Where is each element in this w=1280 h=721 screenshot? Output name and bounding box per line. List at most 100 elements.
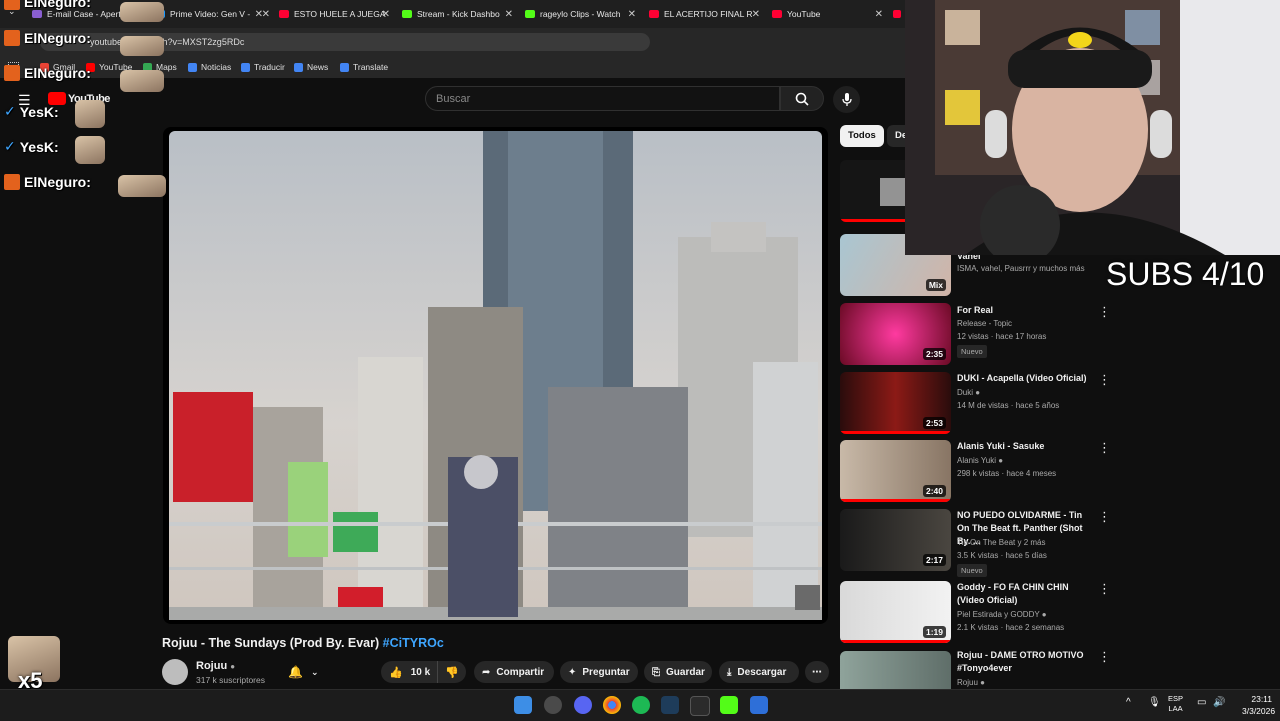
more-vertical-icon[interactable]: ⋮ <box>1098 372 1111 388</box>
more-vertical-icon[interactable]: ⋮ <box>1098 440 1111 456</box>
recommendation-stats: 2.1 K vistas · hace 2 semanas <box>957 623 1065 632</box>
recommendation-thumbnail[interactable]: 2:53 <box>840 372 951 434</box>
dislike-button[interactable]: 👎 <box>437 661 466 683</box>
steam-icon[interactable] <box>661 696 679 714</box>
epic-games-icon[interactable] <box>690 696 710 716</box>
bookmark-translate[interactable]: Translate <box>340 56 388 78</box>
discord-icon[interactable] <box>574 696 592 714</box>
news-icon <box>188 62 197 72</box>
recommendation-channel[interactable]: Alanis Yuki ● <box>957 456 1003 465</box>
chat-message: ElNeguro: <box>4 0 91 10</box>
more-vertical-icon[interactable]: ⋮ <box>1098 649 1111 665</box>
recommendation-channel[interactable]: ISMA, vahel, Pausrrr y muchos más <box>957 264 1085 273</box>
watch-progress-bar <box>840 640 951 643</box>
kick-icon[interactable] <box>720 696 738 714</box>
notepad-icon[interactable] <box>750 696 768 714</box>
tab-label: YouTube <box>787 9 821 19</box>
chip-todos[interactable]: Todos <box>840 125 884 147</box>
network-icon[interactable]: ▭ <box>1197 697 1206 708</box>
bookmark-label: Translate <box>353 62 389 72</box>
bookmark-label: Noticias <box>201 62 232 72</box>
windows-start-icon[interactable] <box>514 696 532 714</box>
kick-badge-icon <box>4 174 20 190</box>
browser-tab-active[interactable]: YouTube ✕ <box>772 0 883 28</box>
recommendation-channel[interactable]: Duki ● <box>957 388 980 397</box>
recommendation-title[interactable]: Rojuu - DAME OTRO MOTIVO #Tonyo4ever <box>957 649 1092 675</box>
chat-message: ✓ YesK: <box>4 138 59 155</box>
video-hashtag[interactable]: #CiTYROc <box>383 636 444 650</box>
recommendation-thumbnail[interactable]: 1:19 <box>840 581 951 643</box>
chevron-up-icon[interactable]: ^ <box>1126 697 1131 708</box>
system-clock[interactable]: 23:11 3/3/2026 <box>1242 693 1276 717</box>
recommendation-title[interactable]: DUKI - Acapella (Video Oficial) <box>957 372 1092 385</box>
channel-name[interactable]: Rojuu ● <box>196 660 235 672</box>
bookmark-news[interactable]: News <box>294 56 328 78</box>
new-badge: Nuevo <box>957 345 987 358</box>
more-vertical-icon[interactable]: ⋮ <box>1098 304 1111 320</box>
verified-icon: ● <box>980 678 985 687</box>
like-count: 10 k <box>410 666 431 678</box>
language-indicator[interactable]: ESP LAA <box>1168 694 1183 714</box>
recommendation-thumbnail[interactable] <box>840 651 951 689</box>
recommendation-channel[interactable]: Release - Topic <box>957 319 1012 328</box>
recommendation-thumbnail[interactable]: 2:17 <box>840 509 951 571</box>
bookmark-traducir[interactable]: Traducir <box>241 56 285 78</box>
clock-date: 3/3/2026 <box>1242 706 1276 716</box>
verified-icon: ● <box>230 662 236 671</box>
search-button[interactable] <box>780 86 824 111</box>
like-button[interactable]: 👍 10 k <box>381 661 437 683</box>
more-vertical-icon[interactable]: ⋮ <box>1098 509 1111 525</box>
volume-icon[interactable]: 🔊 <box>1213 697 1225 708</box>
browser-tab[interactable]: EL ACERTIJO FINAL R ✕ <box>649 0 760 28</box>
tab-favicon-icon <box>402 10 412 18</box>
voice-search-button[interactable] <box>833 86 860 113</box>
recommendation-stats: 298 k vistas · hace 4 meses <box>957 469 1057 478</box>
download-button[interactable]: ⤓ Descargar <box>719 661 799 683</box>
more-horizontal-icon: ⋯ <box>812 666 822 678</box>
browser-tab[interactable]: Prime Video: Gen V - ✕ <box>155 0 263 28</box>
close-tab-icon[interactable]: ✕ <box>875 9 883 20</box>
ask-button[interactable]: ✦ Preguntar <box>560 661 638 683</box>
tab-label: ESTO HUELE A JUEGA <box>294 9 386 19</box>
browser-tab[interactable]: ESTO HUELE A JUEGA ✕ <box>279 0 390 28</box>
subscribe-bell-button[interactable]: 🔔 ⌄ <box>282 661 326 683</box>
spotify-icon[interactable] <box>632 696 650 714</box>
recommendation-thumbnail[interactable]: 2:35 <box>840 303 951 365</box>
video-player[interactable] <box>163 127 828 624</box>
share-button[interactable]: ➦ Compartir <box>474 661 554 683</box>
chat-username: ElNeguro: <box>24 30 91 46</box>
watch-progress-bar <box>840 499 951 502</box>
recommendation-title[interactable]: Goddy - FO FA CHIN CHIN (Video Oficial) <box>957 581 1092 607</box>
recommendation-channel[interactable]: Tin On The Beat y 2 más <box>957 538 1045 547</box>
close-tab-icon[interactable]: ✕ <box>505 9 513 20</box>
search-input[interactable]: Buscar <box>425 86 780 111</box>
browser-tab[interactable]: rageylo Clips - Watch ✕ <box>525 0 636 28</box>
close-tab-icon[interactable]: ✕ <box>255 9 263 20</box>
close-tab-icon[interactable]: ✕ <box>752 9 760 20</box>
tab-label: E-mail Case - Apert <box>47 9 121 19</box>
settings-icon[interactable] <box>544 696 562 714</box>
more-actions-button[interactable]: ⋯ <box>805 661 829 683</box>
recommendation-title[interactable]: For Real <box>957 304 1092 317</box>
cat-emote <box>120 2 164 22</box>
close-tab-icon[interactable]: ✕ <box>382 9 390 20</box>
browser-tab[interactable]: Stream - Kick Dashbo ✕ <box>402 0 513 28</box>
channel-label: Rojuu <box>957 678 978 687</box>
tab-favicon-icon[interactable] <box>893 10 901 18</box>
chrome-icon[interactable] <box>603 696 621 714</box>
bookmark-noticias[interactable]: Noticias <box>188 56 231 78</box>
duration-badge: 2:40 <box>922 485 946 497</box>
channel-label: Alanis Yuki <box>957 456 996 465</box>
clock-time: 23:11 <box>1251 694 1272 704</box>
recommendation-thumbnail[interactable]: 2:40 <box>840 440 951 502</box>
recommendation-title[interactable]: Alanis Yuki - Sasuke <box>957 440 1092 453</box>
close-tab-icon[interactable]: ✕ <box>628 9 636 20</box>
recommendation-channel[interactable]: Rojuu ● <box>957 678 985 687</box>
more-vertical-icon[interactable]: ⋮ <box>1098 581 1111 597</box>
video-title: Rojuu - The Sundays (Prod By. Evar) #CiT… <box>162 636 444 650</box>
recommendation-channel[interactable]: Piel Estirada y GODDY ● <box>957 610 1047 619</box>
save-button[interactable]: ⎘ Guardar <box>644 661 712 683</box>
duration-badge: 2:35 <box>922 348 946 360</box>
microphone-tray-icon[interactable]: 🎙 <box>1148 697 1161 708</box>
channel-avatar[interactable] <box>162 659 188 685</box>
